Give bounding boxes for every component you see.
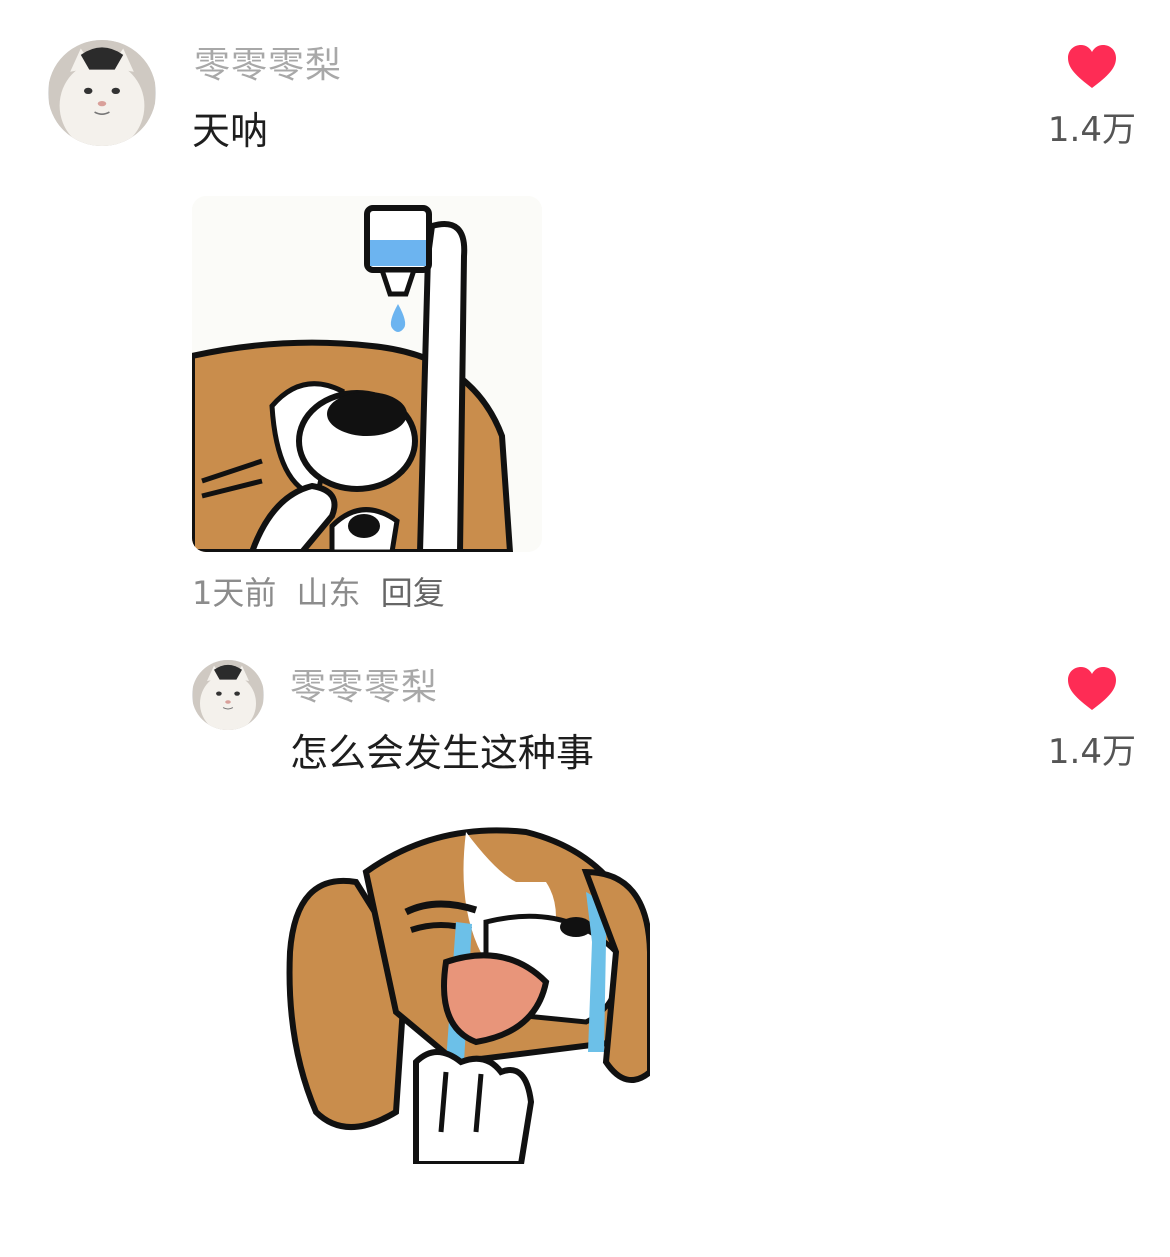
- avatar[interactable]: [48, 40, 156, 146]
- comment-location: 山东: [296, 574, 361, 612]
- comment-time: 1天前: [192, 574, 277, 612]
- crying-dog-sticker[interactable]: [286, 812, 650, 1164]
- comment-username[interactable]: 零零零梨: [194, 44, 342, 88]
- like-heart-icon[interactable]: [1066, 44, 1118, 90]
- reply-like-count: 1.4万: [1047, 732, 1136, 772]
- reply-text: 怎么会发生这种事: [290, 731, 595, 775]
- dog-eye-drops-icon: [192, 196, 542, 552]
- white-cat-avatar-icon: [193, 660, 263, 730]
- reply-avatar[interactable]: [192, 660, 264, 730]
- comment-text: 天呐: [192, 109, 269, 153]
- dog-eye-drops-sticker[interactable]: [192, 196, 542, 552]
- white-cat-avatar-icon: [49, 40, 155, 146]
- comment-meta: 1天前 山东 回复: [192, 572, 445, 614]
- reply-button[interactable]: 回复: [381, 574, 445, 612]
- crying-dog-icon: [286, 812, 650, 1164]
- reply-username[interactable]: 零零零梨: [290, 666, 438, 710]
- like-count: 1.4万: [1047, 110, 1136, 150]
- reply-like-heart-icon[interactable]: [1066, 666, 1118, 712]
